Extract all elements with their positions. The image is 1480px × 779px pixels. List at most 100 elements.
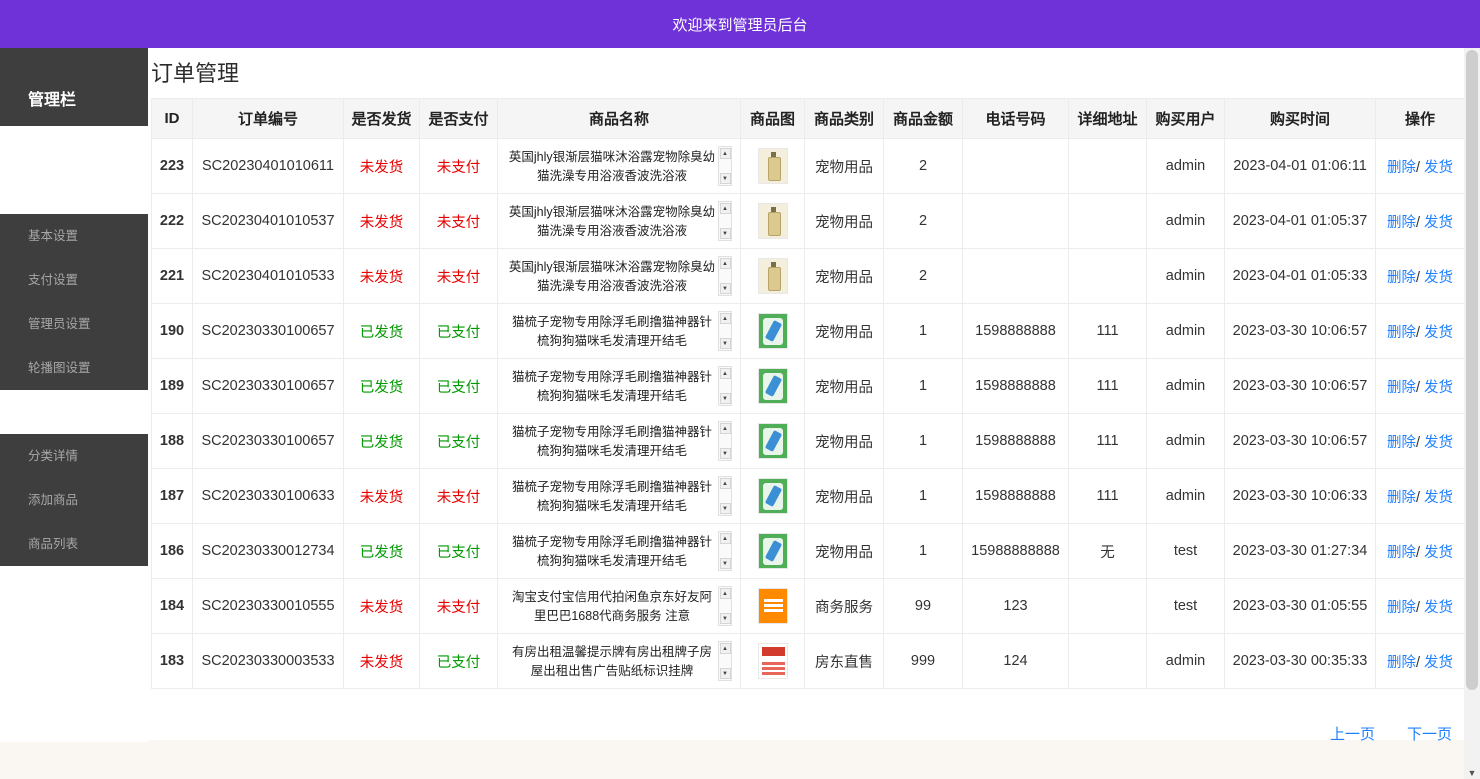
ship-link[interactable]: 发货 bbox=[1424, 160, 1453, 176]
scroll-up-icon[interactable]: ▲ bbox=[719, 478, 731, 489]
textarea-scrollbar[interactable]: ▲ ▼ bbox=[718, 476, 732, 516]
user-cell: admin bbox=[1146, 468, 1225, 524]
product-name-text: 英国jhly银渐层猫咪沐浴露宠物除臭幼猫洗澡专用浴液香波洗浴液 bbox=[508, 260, 716, 293]
actions-cell: 删除/ 发货 bbox=[1375, 633, 1465, 689]
scroll-up-icon[interactable]: ▲ bbox=[719, 423, 731, 434]
textarea-scrollbar[interactable]: ▲ ▼ bbox=[718, 256, 732, 296]
scroll-up-icon[interactable]: ▲ bbox=[719, 148, 731, 159]
ship-link[interactable]: 发货 bbox=[1424, 380, 1453, 396]
product-name-box[interactable]: 猫梳子宠物专用除浮毛刷撸猫神器针梳狗狗猫咪毛发清理开结毛 ▲ ▼ bbox=[506, 366, 732, 406]
sidebar-item-add-product[interactable]: 添加商品 bbox=[0, 478, 148, 522]
ship-link[interactable]: 发货 bbox=[1424, 270, 1453, 286]
order-number-cell: SC20230330100657 bbox=[192, 358, 344, 414]
scroll-down-icon[interactable]: ▼ bbox=[719, 448, 731, 459]
phone-cell: 1598888888 bbox=[962, 303, 1069, 359]
scroll-up-icon[interactable]: ▲ bbox=[719, 643, 731, 654]
scrollbar-down-icon[interactable]: ▼ bbox=[1464, 768, 1480, 778]
user-cell: admin bbox=[1146, 193, 1225, 249]
ship-link[interactable]: 发货 bbox=[1424, 490, 1453, 506]
textarea-scrollbar[interactable]: ▲ ▼ bbox=[718, 146, 732, 186]
scroll-up-icon[interactable]: ▲ bbox=[719, 533, 731, 544]
ship-link[interactable]: 发货 bbox=[1424, 600, 1453, 616]
ship-status-cell: 已发货 bbox=[343, 358, 420, 414]
sidebar-item-carousel-settings[interactable]: 轮播图设置 bbox=[0, 346, 148, 390]
ship-link[interactable]: 发货 bbox=[1424, 545, 1453, 561]
product-name-text: 猫梳子宠物专用除浮毛刷撸猫神器针梳狗狗猫咪毛发清理开结毛 bbox=[511, 425, 712, 458]
product-name-box[interactable]: 英国jhly银渐层猫咪沐浴露宠物除臭幼猫洗澡专用浴液香波洗浴液 ▲ ▼ bbox=[506, 146, 732, 186]
column-header-6: 商品图 bbox=[740, 98, 805, 139]
sidebar-item-overview[interactable]: 整体详情 bbox=[0, 126, 148, 170]
textarea-scrollbar[interactable]: ▲ ▼ bbox=[718, 531, 732, 571]
delete-link[interactable]: 删除 bbox=[1387, 655, 1416, 671]
product-name-box[interactable]: 猫梳子宠物专用除浮毛刷撸猫神器针梳狗狗猫咪毛发清理开结毛 ▲ ▼ bbox=[506, 476, 732, 516]
delete-link[interactable]: 删除 bbox=[1387, 380, 1416, 396]
product-name-box[interactable]: 英国jhly银渐层猫咪沐浴露宠物除臭幼猫洗澡专用浴液香波洗浴液 ▲ ▼ bbox=[506, 256, 732, 296]
ship-status-cell: 未发货 bbox=[343, 578, 420, 634]
address-cell: 111 bbox=[1068, 358, 1147, 414]
delete-link[interactable]: 删除 bbox=[1387, 270, 1416, 286]
scroll-down-icon[interactable]: ▼ bbox=[719, 668, 731, 679]
scroll-down-icon[interactable]: ▼ bbox=[719, 558, 731, 569]
vertical-scrollbar[interactable]: ▼ bbox=[1464, 48, 1480, 779]
textarea-scrollbar[interactable]: ▲ ▼ bbox=[718, 366, 732, 406]
product-name-box[interactable]: 有房出租温馨提示牌有房出租牌子房屋出租出售广告贴纸标识挂牌 ▲ ▼ bbox=[506, 641, 732, 681]
ship-link[interactable]: 发货 bbox=[1424, 435, 1453, 451]
amount-cell: 99 bbox=[883, 578, 963, 634]
textarea-scrollbar[interactable]: ▲ ▼ bbox=[718, 586, 732, 626]
amount-cell: 1 bbox=[883, 468, 963, 524]
delete-link[interactable]: 删除 bbox=[1387, 545, 1416, 561]
delete-link[interactable]: 删除 bbox=[1387, 435, 1416, 451]
textarea-scrollbar[interactable]: ▲ ▼ bbox=[718, 311, 732, 351]
scroll-down-icon[interactable]: ▼ bbox=[719, 393, 731, 404]
product-name-box[interactable]: 猫梳子宠物专用除浮毛刷撸猫神器针梳狗狗猫咪毛发清理开结毛 ▲ ▼ bbox=[506, 421, 732, 461]
pay-status-cell: 已支付 bbox=[419, 633, 498, 689]
scroll-up-icon[interactable]: ▲ bbox=[719, 313, 731, 324]
scroll-down-icon[interactable]: ▼ bbox=[719, 283, 731, 294]
table-row: 186 SC20230330012734 已发货 已支付 猫梳子宠物专用除浮毛刷撸猫神器… bbox=[151, 523, 1465, 579]
sidebar-item-payment-settings[interactable]: 支付设置 bbox=[0, 258, 148, 302]
category-cell: 宠物用品 bbox=[804, 468, 884, 524]
delete-link[interactable]: 删除 bbox=[1387, 600, 1416, 616]
scroll-up-icon[interactable]: ▲ bbox=[719, 588, 731, 599]
sidebar-item-product-list[interactable]: 商品列表 bbox=[0, 522, 148, 566]
prev-page-link[interactable]: 上一页 bbox=[1330, 723, 1375, 744]
textarea-scrollbar[interactable]: ▲ ▼ bbox=[718, 421, 732, 461]
product-name-cell: 猫梳子宠物专用除浮毛刷撸猫神器针梳狗狗猫咪毛发清理开结毛 ▲ ▼ bbox=[497, 468, 741, 524]
delete-link[interactable]: 删除 bbox=[1387, 160, 1416, 176]
amount-cell: 1 bbox=[883, 358, 963, 414]
sidebar-item-order-management[interactable]: 订单管理 bbox=[0, 566, 148, 610]
scroll-down-icon[interactable]: ▼ bbox=[719, 228, 731, 239]
ship-link[interactable]: 发货 bbox=[1424, 655, 1453, 671]
ship-link[interactable]: 发货 bbox=[1424, 215, 1453, 231]
scroll-up-icon[interactable]: ▲ bbox=[719, 368, 731, 379]
sidebar-item-admin-settings[interactable]: 管理员设置 bbox=[0, 302, 148, 346]
scrollbar-thumb[interactable] bbox=[1466, 50, 1478, 690]
textarea-scrollbar[interactable]: ▲ ▼ bbox=[718, 201, 732, 241]
product-name-box[interactable]: 猫梳子宠物专用除浮毛刷撸猫神器针梳狗狗猫咪毛发清理开结毛 ▲ ▼ bbox=[506, 311, 732, 351]
product-name-box[interactable]: 猫梳子宠物专用除浮毛刷撸猫神器针梳狗狗猫咪毛发清理开结毛 ▲ ▼ bbox=[506, 531, 732, 571]
product-name-text: 有房出租温馨提示牌有房出租牌子房屋出租出售广告贴纸标识挂牌 bbox=[511, 645, 712, 678]
delete-link[interactable]: 删除 bbox=[1387, 325, 1416, 341]
sidebar-item-product-management[interactable]: 商品管理 bbox=[0, 390, 148, 434]
delete-link[interactable]: 删除 bbox=[1387, 215, 1416, 231]
ship-link[interactable]: 发货 bbox=[1424, 325, 1453, 341]
textarea-scrollbar[interactable]: ▲ ▼ bbox=[718, 641, 732, 681]
ship-status-cell: 已发货 bbox=[343, 523, 420, 579]
scroll-up-icon[interactable]: ▲ bbox=[719, 258, 731, 269]
scroll-down-icon[interactable]: ▼ bbox=[719, 173, 731, 184]
product-name-cell: 有房出租温馨提示牌有房出租牌子房屋出租出售广告贴纸标识挂牌 ▲ ▼ bbox=[497, 633, 741, 689]
order-number-cell: SC20230401010537 bbox=[192, 193, 344, 249]
order-number-cell: SC20230401010533 bbox=[192, 248, 344, 304]
delete-link[interactable]: 删除 bbox=[1387, 490, 1416, 506]
scroll-down-icon[interactable]: ▼ bbox=[719, 338, 731, 349]
next-page-link[interactable]: 下一页 bbox=[1407, 723, 1452, 744]
order-number-cell: SC20230330100633 bbox=[192, 468, 344, 524]
scroll-down-icon[interactable]: ▼ bbox=[719, 503, 731, 514]
actions-cell: 删除/ 发货 bbox=[1375, 358, 1465, 414]
product-name-cell: 猫梳子宠物专用除浮毛刷撸猫神器针梳狗狗猫咪毛发清理开结毛 ▲ ▼ bbox=[497, 303, 741, 359]
product-name-box[interactable]: 淘宝支付宝信用代拍闲鱼京东好友阿里巴巴1688代商务服务 注意 ▲ ▼ bbox=[506, 586, 732, 626]
product-name-box[interactable]: 英国jhly银渐层猫咪沐浴露宠物除臭幼猫洗澡专用浴液香波洗浴液 ▲ ▼ bbox=[506, 201, 732, 241]
product-name-text: 猫梳子宠物专用除浮毛刷撸猫神器针梳狗狗猫咪毛发清理开结毛 bbox=[511, 315, 712, 348]
scroll-down-icon[interactable]: ▼ bbox=[719, 613, 731, 624]
scroll-up-icon[interactable]: ▲ bbox=[719, 203, 731, 214]
